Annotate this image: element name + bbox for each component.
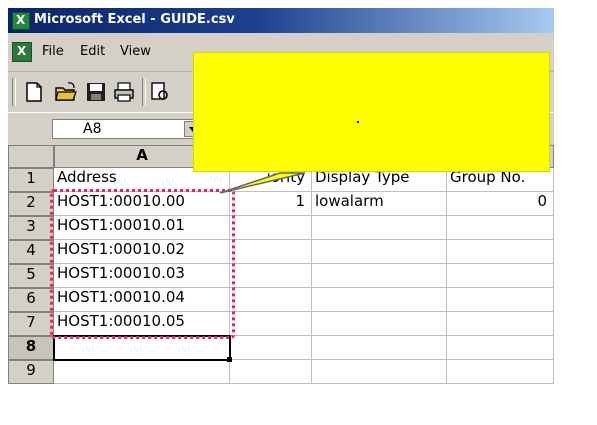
- toolbar-grip[interactable]: [12, 78, 16, 106]
- new-icon[interactable]: [22, 80, 46, 104]
- cell-c4[interactable]: [312, 240, 447, 264]
- cell-d5[interactable]: [447, 264, 554, 288]
- cell-d7[interactable]: [447, 312, 554, 336]
- name-box-value: A8: [83, 121, 102, 137]
- cell-b8[interactable]: [230, 336, 312, 360]
- row-header-label: 9: [26, 361, 36, 379]
- cell-d6[interactable]: [447, 288, 554, 312]
- row-header-2[interactable]: 2: [8, 192, 54, 216]
- row-header-label: 2: [26, 193, 36, 211]
- open-icon[interactable]: [54, 80, 78, 104]
- row-header-5[interactable]: 5: [8, 264, 54, 288]
- row-header-8[interactable]: 8: [8, 336, 54, 360]
- window-title: Microsoft Excel - GUIDE.csv: [34, 12, 235, 27]
- print-icon[interactable]: [112, 80, 136, 104]
- menu-edit-label: Edit: [80, 44, 106, 59]
- row-header-label: 4: [26, 241, 36, 259]
- cell-c5[interactable]: [312, 264, 447, 288]
- cell-b9[interactable]: [230, 360, 312, 384]
- cell-b3[interactable]: [230, 216, 312, 240]
- cell-d3[interactable]: [447, 216, 554, 240]
- title-bar: Microsoft Excel - GUIDE.csv: [8, 8, 554, 33]
- row-header-6[interactable]: 6: [8, 288, 54, 312]
- menu-edit[interactable]: Edit: [80, 44, 105, 59]
- cell-b7[interactable]: [230, 312, 312, 336]
- cell-d4[interactable]: [447, 240, 554, 264]
- row-header-3[interactable]: 3: [8, 216, 54, 240]
- row-header-1[interactable]: 1: [8, 168, 54, 192]
- row-header-label: 8: [25, 337, 37, 355]
- cell-b4[interactable]: [230, 240, 312, 264]
- row-header-label: 5: [26, 265, 36, 283]
- cell-c6[interactable]: [312, 288, 447, 312]
- row-header-4[interactable]: 4: [8, 240, 54, 264]
- select-all-corner[interactable]: [8, 145, 54, 168]
- excel-app-icon: [12, 12, 30, 30]
- row-header-9[interactable]: 9: [8, 360, 54, 384]
- cell-c8[interactable]: [312, 336, 447, 360]
- callout-dot: [357, 121, 359, 123]
- cell-c2[interactable]: lowalarm: [312, 192, 447, 216]
- cell-d9[interactable]: [447, 360, 554, 384]
- row-header-label: 6: [26, 289, 36, 307]
- toolbar-separator: [142, 78, 146, 106]
- row-header-label: 1: [26, 169, 36, 187]
- cell-b6[interactable]: [230, 288, 312, 312]
- cell-a9[interactable]: [54, 360, 230, 384]
- name-box[interactable]: A8: [52, 119, 202, 139]
- cell-b5[interactable]: [230, 264, 312, 288]
- menu-file-label: File: [42, 44, 64, 59]
- workbook-icon[interactable]: [12, 42, 32, 62]
- menu-file[interactable]: File: [42, 44, 64, 59]
- cell-d8[interactable]: [447, 336, 554, 360]
- cell-c9[interactable]: [312, 360, 447, 384]
- row-header-label: 3: [26, 217, 36, 235]
- address-range-highlight: [50, 189, 235, 339]
- cell-c3[interactable]: [312, 216, 447, 240]
- annotation-callout: [193, 52, 550, 172]
- row-header-label: 7: [26, 313, 36, 331]
- menu-view[interactable]: View: [120, 44, 151, 59]
- column-header-a-label: A: [136, 146, 148, 164]
- menu-view-label: View: [120, 44, 151, 59]
- print-preview-icon[interactable]: [148, 80, 172, 104]
- cell-c7[interactable]: [312, 312, 447, 336]
- fill-handle[interactable]: [227, 357, 232, 362]
- save-icon[interactable]: [84, 80, 108, 104]
- cell-d2[interactable]: 0: [447, 192, 554, 216]
- row-header-7[interactable]: 7: [8, 312, 54, 336]
